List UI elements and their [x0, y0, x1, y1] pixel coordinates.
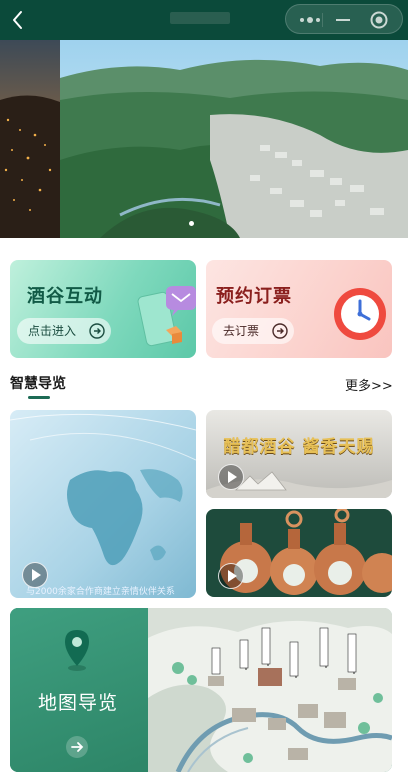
interact-card[interactable]: 酒谷互动 点击进入 — [10, 260, 196, 358]
phone-message-icon — [137, 286, 196, 347]
ticket-card[interactable]: 预约订票 去订票 — [206, 260, 392, 358]
more-link[interactable]: 更多>> — [345, 375, 393, 394]
mini-program-capsule — [285, 4, 403, 34]
nav-bar — [0, 0, 408, 40]
section-title-underline — [28, 396, 50, 399]
play-icon[interactable] — [218, 563, 244, 589]
more-dots-icon[interactable] — [298, 13, 322, 27]
ticket-title: 预约订票 — [216, 286, 292, 307]
interact-button-label: 点击进入 — [28, 324, 77, 338]
arrow-right-circle-icon — [89, 323, 105, 339]
capsule-divider — [322, 13, 323, 27]
ticket-button-label: 去订票 — [223, 324, 260, 338]
carousel-indicator — [189, 221, 194, 226]
interact-enter-button[interactable]: 点击进入 — [17, 318, 111, 344]
close-target-icon[interactable] — [370, 11, 388, 29]
clock-icon — [334, 288, 386, 340]
map-enter-button[interactable] — [66, 736, 88, 758]
illustrated-map-image — [148, 608, 392, 772]
video-caption: 与2000余家合作商建立亲情伙伴关系 — [26, 587, 175, 597]
play-icon[interactable] — [218, 464, 244, 490]
video-card-distillery[interactable] — [206, 509, 392, 597]
location-pin-icon — [65, 630, 89, 671]
book-ticket-button[interactable]: 去订票 — [212, 318, 294, 344]
map-guide-title: 地图导览 — [37, 692, 118, 714]
banner-aerial-image — [60, 40, 408, 238]
video-card-valley[interactable]: 醋都酒谷 酱香天赐 — [206, 410, 392, 498]
guide-section-title: 智慧导览 — [10, 376, 66, 392]
back-arrow-icon[interactable] — [6, 7, 32, 33]
banner-carousel[interactable] — [0, 40, 408, 238]
interact-title: 酒谷互动 — [27, 286, 103, 307]
arrow-right-circle-icon — [272, 323, 288, 339]
banner-prev-image — [0, 40, 60, 238]
page-title-placeholder — [170, 12, 230, 24]
video-card-globe[interactable]: 与2000余家合作商建立亲情伙伴关系 — [10, 410, 196, 598]
minimize-icon[interactable] — [336, 19, 350, 21]
map-guide-card[interactable]: 地图导览 — [10, 608, 392, 772]
arrow-right-icon — [71, 742, 84, 752]
video-overlay-title: 醋都酒谷 酱香天赐 — [223, 437, 375, 457]
